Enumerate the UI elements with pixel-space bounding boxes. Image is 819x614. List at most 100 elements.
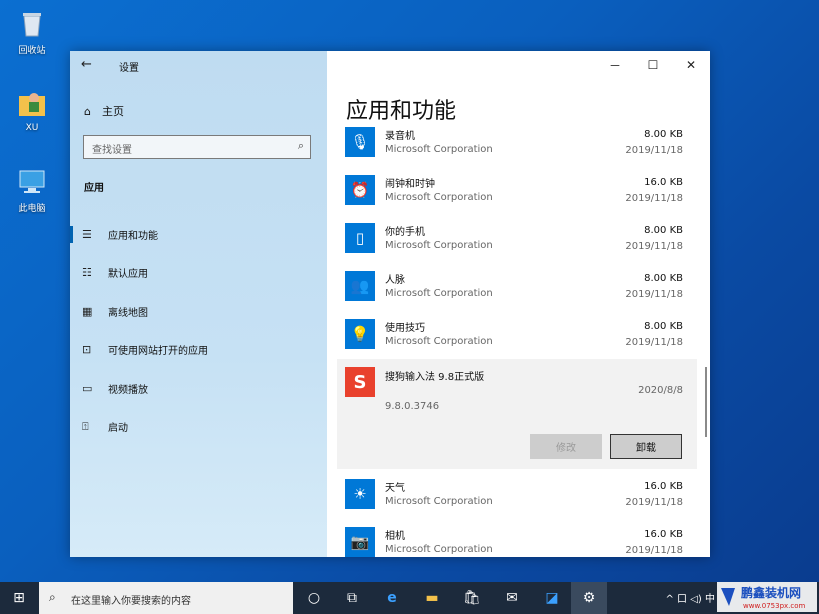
recycle-bin-icon <box>16 8 48 40</box>
lightbulb-icon: 💡 <box>345 319 375 349</box>
cortana-icon[interactable]: ○ <box>298 582 330 614</box>
list-item[interactable]: 📷 相机 Microsoft Corporation 16.0 KB 2019/… <box>337 524 689 557</box>
file-explorer-icon[interactable]: ▬ <box>416 582 448 614</box>
app-name: 闹钟和时钟 <box>385 179 435 190</box>
app-name: 使用技巧 <box>385 323 425 334</box>
app-name: 天气 <box>385 483 405 494</box>
sidebar-item-startup[interactable]: ⍐ 启动 <box>70 408 327 447</box>
computer-icon <box>16 166 48 198</box>
svg-text:鹏鑫装机网: 鹏鑫装机网 <box>741 585 801 600</box>
app-publisher: Microsoft Corporation <box>385 496 493 507</box>
app-date: 2019/11/18 <box>625 545 683 556</box>
people-icon: 👥 <box>345 271 375 301</box>
sidebar-home[interactable]: ⌂ 主页 <box>84 103 124 119</box>
sidebar-item-label: 离线地图 <box>108 307 148 319</box>
app-size: 8.00 KB <box>644 321 683 332</box>
user-folder-icon <box>16 88 48 120</box>
search-icon: ⌕ <box>49 590 56 604</box>
desktop-icon-computer[interactable]: 此电脑 <box>8 166 56 214</box>
desktop-icon-user[interactable]: XU <box>8 88 56 133</box>
sidebar-item-video-playback[interactable]: ▭ 视频播放 <box>70 369 327 408</box>
app-publisher: Microsoft Corporation <box>385 288 493 299</box>
sidebar-item-offline-maps[interactable]: ▦ 离线地图 <box>70 292 327 331</box>
list-item[interactable]: ▯ 你的手机 Microsoft Corporation 8.00 KB 201… <box>337 220 689 268</box>
task-view-icon[interactable]: ⧉ <box>336 582 368 614</box>
search-icon: ⌕ <box>297 139 304 152</box>
video-icon: ▭ <box>82 381 93 395</box>
sidebar-item-apps-for-websites[interactable]: ⊡ 可使用网站打开的应用 <box>70 331 327 370</box>
app-date: 2019/11/18 <box>625 193 683 204</box>
startup-icon: ⍐ <box>82 419 89 433</box>
list-item[interactable]: 💡 使用技巧 Microsoft Corporation 8.00 KB 201… <box>337 316 689 364</box>
sidebar-item-default-apps[interactable]: ☷ 默认应用 <box>70 254 327 293</box>
camera-icon: 📷 <box>345 527 375 557</box>
store-icon[interactable]: 🛍 <box>456 582 488 614</box>
phone-icon: ▯ <box>345 223 375 253</box>
settings-sidebar: ← 设置 ⌂ 主页 查找设置 ⌕ 应用 ☰ 应用和功能 ☷ 默认应用 ▦ 离线地… <box>70 51 327 557</box>
settings-window: ← 设置 ⌂ 主页 查找设置 ⌕ 应用 ☰ 应用和功能 ☷ 默认应用 ▦ 离线地… <box>70 51 710 557</box>
map-icon: ▦ <box>82 304 93 318</box>
app-name: 你的手机 <box>385 227 425 238</box>
app-size: 8.00 KB <box>644 273 683 284</box>
list-item[interactable]: ☀ 天气 Microsoft Corporation 16.0 KB 2019/… <box>337 476 689 524</box>
app-date: 2019/11/18 <box>625 145 683 156</box>
app-date: 2019/11/18 <box>625 241 683 252</box>
app-icon[interactable]: ◪ <box>536 582 568 614</box>
sidebar-item-label: 应用和功能 <box>108 230 158 242</box>
sidebar-item-apps-features[interactable]: ☰ 应用和功能 <box>70 215 327 254</box>
app-publisher: Microsoft Corporation <box>385 144 493 155</box>
page-title: 应用和功能 <box>346 99 457 124</box>
list-item[interactable]: 👥 人脉 Microsoft Corporation 8.00 KB 2019/… <box>337 268 689 316</box>
app-publisher: Microsoft Corporation <box>385 544 493 555</box>
default-apps-icon: ☷ <box>82 266 92 280</box>
maximize-button[interactable]: ☐ <box>634 51 672 79</box>
back-arrow-icon[interactable]: ← <box>81 57 92 72</box>
section-heading: 应用 <box>84 183 104 194</box>
window-title: 设置 <box>119 63 139 74</box>
scrollbar[interactable] <box>705 367 707 437</box>
open-web-icon: ⊡ <box>82 343 92 357</box>
app-size: 8.00 KB <box>644 129 683 140</box>
system-tray[interactable]: ^ 口 ◁) 中 <box>665 590 715 605</box>
edge-icon[interactable]: e <box>376 582 408 614</box>
settings-search-input[interactable]: 查找设置 ⌕ <box>83 135 311 159</box>
close-button[interactable]: ✕ <box>672 51 710 79</box>
app-size: 16.0 KB <box>644 529 683 540</box>
app-size: 8.00 KB <box>644 225 683 236</box>
list-item[interactable]: 🎙 录音机 Microsoft Corporation 8.00 KB 2019… <box>337 124 689 172</box>
home-icon: ⌂ <box>84 104 91 118</box>
taskbar-search-placeholder: 在这里输入你要搜索的内容 <box>71 596 191 607</box>
app-name: 搜狗输入法 9.8正式版 <box>385 372 485 383</box>
desktop-label: 回收站 <box>18 46 46 56</box>
list-icon: ☰ <box>82 227 92 241</box>
desktop-label: 此电脑 <box>18 204 46 214</box>
home-label: 主页 <box>102 105 124 118</box>
sogou-icon: S <box>345 367 375 397</box>
window-controls: － ☐ ✕ <box>596 51 710 79</box>
watermark-logo: 鹏鑫装机网 www.0753px.com <box>717 582 817 612</box>
app-name: 人脉 <box>385 275 405 286</box>
microphone-icon: 🎙 <box>345 127 375 157</box>
alarm-clock-icon: ⏰ <box>345 175 375 205</box>
windows-start-icon[interactable]: ⊞ <box>0 582 38 614</box>
desktop-label: XU <box>25 123 39 133</box>
app-date: 2019/11/18 <box>625 289 683 300</box>
sidebar-item-label: 启动 <box>108 423 128 435</box>
uninstall-button[interactable]: 卸载 <box>610 434 682 459</box>
settings-content: － ☐ ✕ 应用和功能 🎙 录音机 Microsoft Corporation … <box>327 51 710 557</box>
desktop-icon-recycle-bin[interactable]: 回收站 <box>8 8 56 56</box>
app-name: 录音机 <box>385 131 415 142</box>
app-name: 相机 <box>385 531 405 542</box>
selected-app-panel[interactable]: S 搜狗输入法 9.8正式版 2020/8/8 9.8.0.3746 修改 卸载 <box>337 359 697 469</box>
weather-icon: ☀ <box>345 479 375 509</box>
list-item[interactable]: ⏰ 闹钟和时钟 Microsoft Corporation 16.0 KB 20… <box>337 172 689 220</box>
settings-taskbar-icon[interactable]: ⚙ <box>571 582 607 614</box>
taskbar-search-input[interactable]: ⌕ 在这里输入你要搜索的内容 <box>39 582 293 614</box>
app-publisher: Microsoft Corporation <box>385 336 493 347</box>
minimize-button[interactable]: － <box>596 51 634 79</box>
modify-button[interactable]: 修改 <box>530 434 602 459</box>
apps-list: 🎙 录音机 Microsoft Corporation 8.00 KB 2019… <box>327 124 710 557</box>
mail-icon[interactable]: ✉ <box>496 582 528 614</box>
app-publisher: Microsoft Corporation <box>385 240 493 251</box>
app-date: 2019/11/18 <box>625 337 683 348</box>
